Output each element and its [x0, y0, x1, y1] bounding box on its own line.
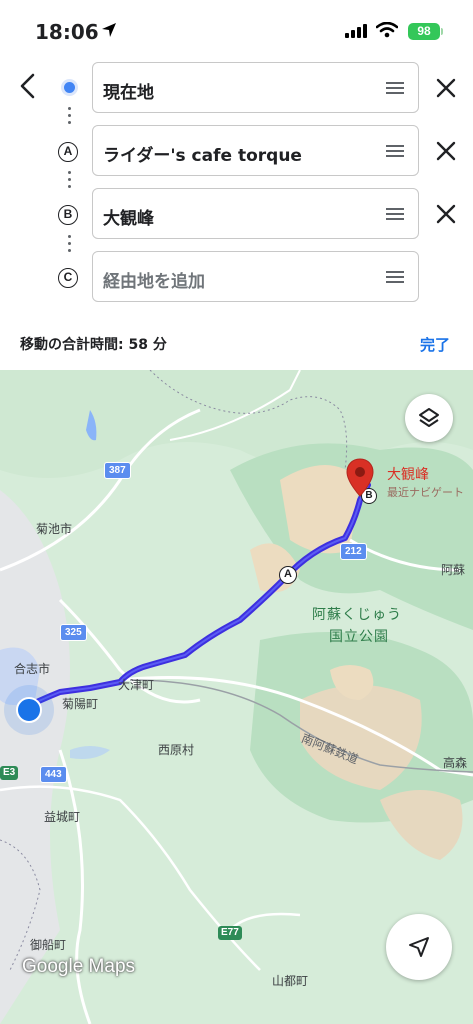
connector-dots	[68, 171, 71, 192]
battery-tip	[441, 28, 443, 35]
drag-handle-icon[interactable]	[386, 208, 404, 220]
status-bar: 18:06 98	[0, 0, 473, 62]
stop-a-field[interactable]: ライダー's cafe torque	[92, 125, 419, 176]
place-label: 大津町	[118, 678, 155, 692]
map-view[interactable]: A B 大観峰 最近ナビゲート 菊池市 合志市 大津町 菊陽町 西原村 益城町 …	[0, 370, 473, 1024]
stop-b-field[interactable]: 大観峰	[92, 188, 419, 239]
expressway-shield: E77	[218, 926, 242, 940]
total-travel-time: 移動の合計時間: 58 分	[20, 337, 167, 353]
place-label: 合志市	[14, 662, 51, 676]
done-button[interactable]: 完了	[420, 334, 450, 355]
road-shield: 387	[104, 462, 131, 479]
back-arrow-icon[interactable]	[16, 72, 40, 100]
place-label: 菊池市	[36, 522, 73, 536]
expressway-shield: E3	[0, 766, 19, 780]
place-label: 御船町	[30, 938, 67, 952]
status-time: 18:06	[35, 20, 99, 44]
google-maps-logo: Google Maps	[22, 956, 136, 977]
road-shield: 212	[340, 543, 367, 560]
location-arrow-icon	[102, 23, 116, 37]
current-location-marker	[16, 697, 42, 723]
park-label: 国立公園	[329, 629, 389, 645]
stop-a-text: ライダー's cafe torque	[103, 146, 302, 166]
drag-handle-icon[interactable]	[386, 82, 404, 94]
destination-pin-icon[interactable]	[345, 458, 375, 498]
drag-handle-icon[interactable]	[386, 271, 404, 283]
park-label: 阿蘇くじゅう	[312, 607, 402, 623]
place-label: 西原村	[158, 743, 195, 757]
connector-dots	[68, 107, 71, 128]
signal-icon	[345, 24, 367, 38]
stop-b-text: 大観峰	[103, 209, 154, 229]
place-label: 益城町	[44, 810, 81, 824]
marker-a: A	[58, 142, 78, 162]
origin-text: 現在地	[103, 83, 154, 103]
drag-handle-icon[interactable]	[386, 145, 404, 157]
road-shield: 325	[60, 624, 87, 641]
waypoint-a-marker[interactable]: A	[279, 566, 297, 584]
remove-stop-a-close-icon[interactable]	[434, 139, 458, 163]
layers-icon	[419, 408, 439, 427]
marker-c: C	[58, 268, 78, 288]
wifi-icon	[376, 22, 398, 38]
navigate-button[interactable]	[386, 914, 452, 980]
battery-icon: 98	[408, 23, 440, 40]
marker-b: B	[58, 205, 78, 225]
connector-dots	[68, 235, 71, 256]
current-location-dot	[64, 82, 75, 93]
battery-level: 98	[417, 24, 431, 38]
layers-button[interactable]	[405, 394, 453, 442]
origin-field[interactable]: 現在地	[92, 62, 419, 113]
place-label: 菊陽町	[62, 697, 99, 711]
place-label: 阿蘇	[441, 563, 466, 577]
place-label: 高森	[443, 756, 468, 770]
place-label: 山都町	[272, 974, 309, 988]
add-stop-field[interactable]: 経由地を追加	[92, 251, 419, 302]
remove-origin-close-icon[interactable]	[434, 76, 458, 100]
navigation-arrow-icon	[409, 937, 429, 957]
remove-stop-b-close-icon[interactable]	[434, 202, 458, 226]
destination-label[interactable]: 大観峰	[387, 464, 429, 484]
add-stop-placeholder: 経由地を追加	[103, 272, 205, 292]
destination-sublabel: 最近ナビゲート	[387, 486, 464, 499]
road-shield: 443	[40, 766, 67, 783]
